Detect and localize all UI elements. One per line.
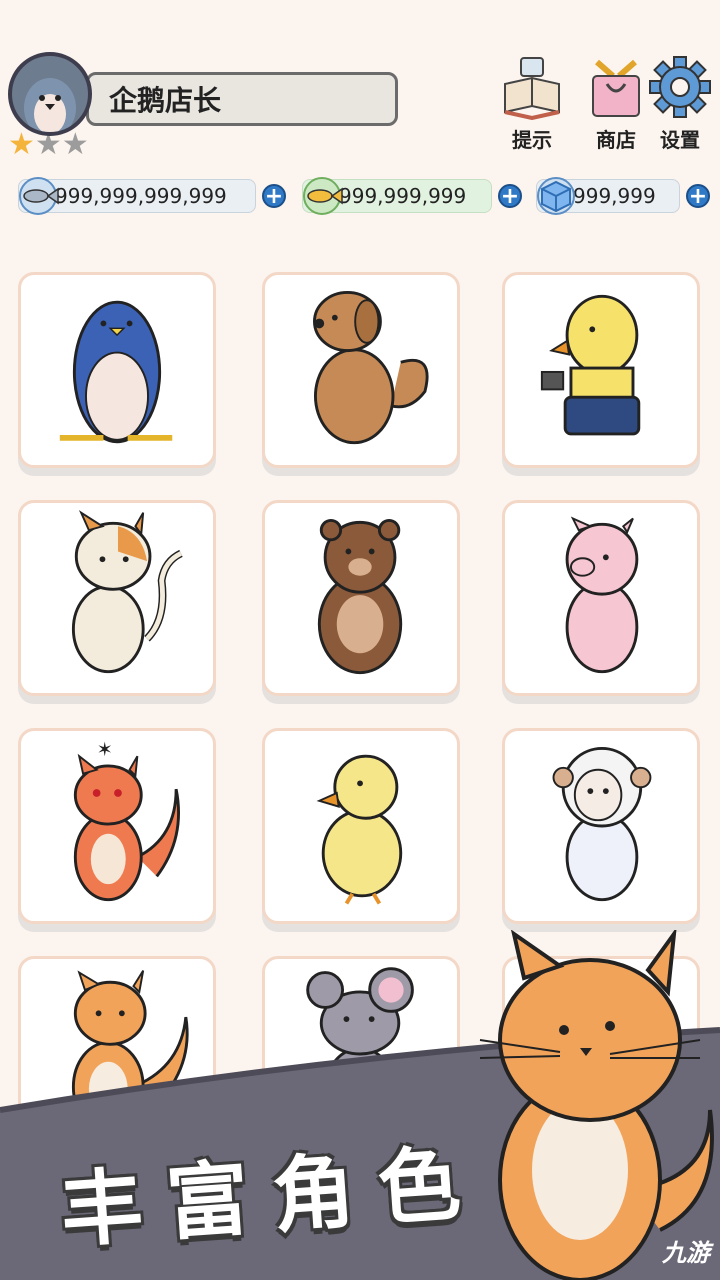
- character-card-pig[interactable]: [502, 500, 700, 696]
- gear-icon: [649, 56, 711, 118]
- fox-mascot-icon: [479, 930, 714, 1280]
- ice-cube-icon: [537, 177, 575, 215]
- currency-golden-fish: 999,999,999 +: [302, 176, 524, 216]
- sheep-icon: [552, 746, 652, 902]
- chick-icon: [540, 294, 641, 436]
- duckling-icon: [316, 754, 403, 905]
- player-profile[interactable]: 企鹅店长 ★ ★ ★: [8, 52, 408, 162]
- bear-icon: [317, 518, 403, 675]
- penguin-icon: [59, 300, 173, 444]
- currency-ice: 999,999 +: [536, 176, 716, 216]
- golden-fish-icon: [303, 177, 343, 215]
- cat-icon: [71, 510, 183, 674]
- hint-label: 提示: [512, 128, 552, 152]
- fish-icon: [19, 177, 59, 215]
- watermark-logo: 九游: [662, 1239, 710, 1267]
- character-card-bear[interactable]: [262, 500, 460, 696]
- add-fish-button[interactable]: +: [262, 184, 286, 208]
- player-name: 企鹅店长: [86, 72, 398, 126]
- character-card-dog[interactable]: [262, 272, 460, 468]
- hint-button[interactable]: 提示: [494, 54, 570, 153]
- add-ice-button[interactable]: +: [686, 184, 710, 208]
- character-card-sheep[interactable]: [502, 728, 700, 924]
- character-card-cat[interactable]: [18, 500, 216, 696]
- character-card-duckling[interactable]: [262, 728, 460, 924]
- star-filled-icon: ★: [8, 127, 35, 162]
- settings-button[interactable]: 设置: [642, 54, 718, 153]
- add-golden-fish-button[interactable]: +: [498, 184, 522, 208]
- penguin-avatar-icon: [24, 78, 76, 132]
- character-card-chick-coffee[interactable]: [502, 272, 700, 468]
- angry-fox-icon: ✶: [73, 738, 180, 902]
- shopping-bag-icon: [592, 59, 640, 117]
- svg-text:✶: ✶: [97, 738, 113, 761]
- avatar[interactable]: [8, 52, 92, 136]
- settings-label: 设置: [660, 128, 700, 152]
- star-empty-icon: ★: [61, 127, 89, 162]
- character-card-angry-fox[interactable]: ✶: [18, 728, 216, 924]
- character-card-penguin[interactable]: [18, 272, 216, 468]
- dog-icon: [313, 290, 429, 445]
- currency-fish: 999,999,999,999 +: [18, 176, 294, 216]
- pig-icon: [565, 516, 639, 674]
- book-icon: [504, 57, 560, 120]
